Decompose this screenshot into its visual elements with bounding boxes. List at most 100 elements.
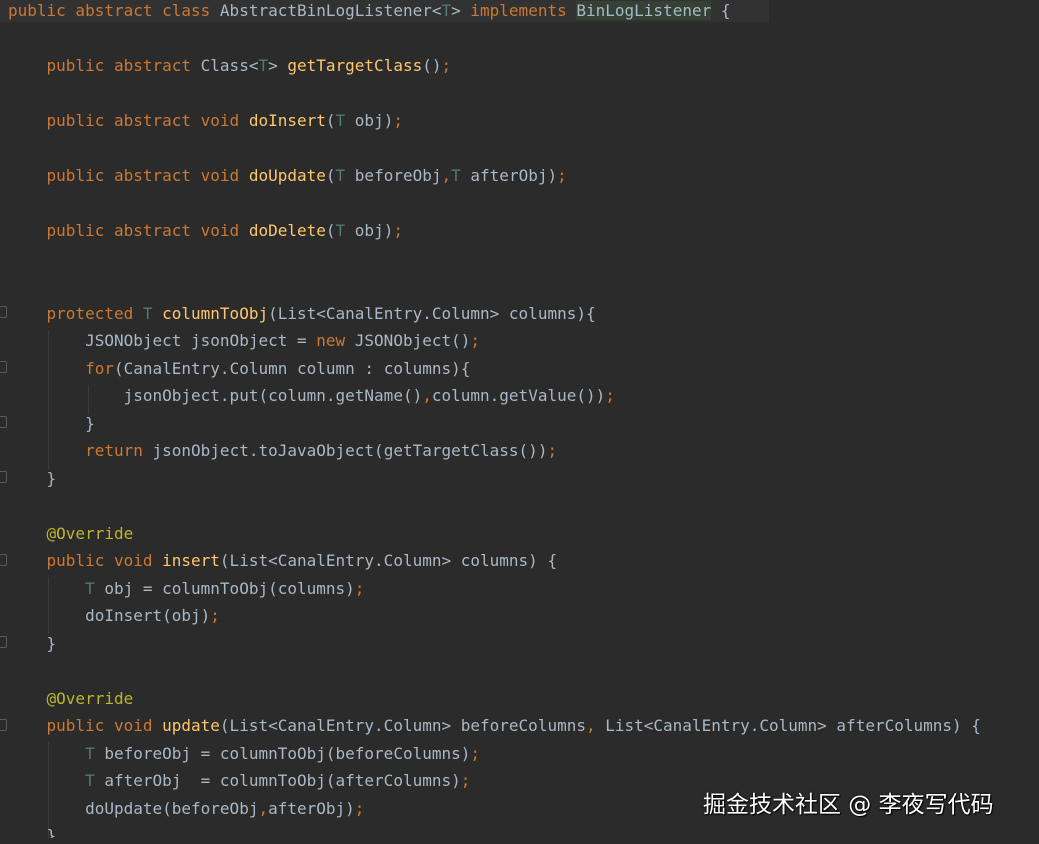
code-token: doInsert(obj) [8, 606, 211, 625]
code-token: @Override [8, 523, 134, 543]
code-token: doDelete [248, 221, 326, 240]
code-token: ; [557, 166, 567, 185]
fold-marker-icon[interactable] [0, 719, 7, 731]
code-token: ; [354, 578, 365, 598]
code-token: public abstract [8, 56, 201, 75]
code-line[interactable]: for(CanalEntry.Column column : columns){ [8, 358, 470, 380]
code-token: ; [441, 56, 452, 75]
code-token: columnToObj [162, 303, 269, 323]
code-token: (CanalEntry.Column column : columns){ [113, 358, 471, 378]
code-token: new [316, 331, 355, 350]
code-token: obj = columnToObj(columns) [104, 578, 355, 598]
code-token: implements [470, 1, 577, 20]
code-line[interactable]: public abstract class AbstractBinLogList… [8, 0, 730, 22]
code-line[interactable]: public abstract void doDelete(T obj); [8, 220, 403, 242]
code-token: T [335, 166, 355, 185]
code-token: ; [210, 606, 220, 625]
code-token: column.getValue()) [431, 386, 606, 405]
code-token: afterObj = columnToObj(afterColumns) [104, 771, 461, 790]
code-token: doUpdate(beforeObj [8, 798, 259, 818]
code-token: List<CanalEntry.Column> afterColumns) { [605, 716, 981, 735]
code-token: public abstract void [8, 111, 249, 130]
code-token: ; [547, 441, 558, 460]
code-line[interactable]: public void update(List<CanalEntry.Colum… [8, 715, 981, 737]
code-token: T [142, 303, 163, 323]
code-token: jsonObject.toJavaObject(getTargetClass()… [152, 441, 548, 460]
code-line[interactable]: @Override [8, 523, 134, 545]
code-token: afterObj) [268, 798, 355, 818]
code-token: protected [8, 303, 143, 323]
code-token: ( [325, 221, 336, 240]
code-token: getTargetClass [287, 56, 423, 75]
code-token: doUpdate [248, 166, 326, 185]
code-token: JSONObject jsonObject = [8, 331, 317, 350]
code-token: update [162, 716, 220, 735]
code-token: T [441, 1, 452, 20]
code-line[interactable]: JSONObject jsonObject = new JSONObject()… [8, 330, 480, 352]
code-token: for [8, 358, 114, 378]
fold-marker-icon[interactable] [0, 361, 7, 373]
code-token: (List<CanalEntry.Column> columns){ [268, 303, 596, 323]
code-token: public abstract void [8, 166, 249, 185]
code-token: , [258, 798, 269, 818]
bottom-edge [0, 838, 1039, 844]
code-token: beforeObj = columnToObj(beforeColumns) [104, 743, 471, 763]
code-token: } [8, 468, 57, 488]
code-line[interactable]: public abstract void doUpdate(T beforeOb… [8, 165, 567, 187]
code-line[interactable]: T beforeObj = columnToObj(beforeColumns)… [8, 743, 480, 765]
code-line[interactable]: public abstract Class<T> getTargetClass(… [8, 55, 452, 77]
code-token: public void [8, 716, 163, 735]
code-token: obj) [354, 111, 394, 130]
code-token: ; [460, 771, 471, 790]
code-token: AbstractBinLogListener< [219, 1, 442, 20]
code-token: ( [325, 166, 336, 185]
code-token: , [585, 716, 606, 735]
code-token: } [8, 413, 95, 433]
watermark: 掘金技术社区 @ 李夜写代码 [703, 792, 994, 818]
code-token: ; [470, 743, 481, 763]
code-line[interactable]: } [8, 413, 95, 435]
code-line[interactable]: return jsonObject.toJavaObject(getTarget… [8, 440, 557, 462]
fold-marker-icon[interactable] [0, 416, 7, 428]
fold-marker-icon[interactable] [0, 636, 7, 648]
code-token: , [422, 386, 432, 405]
code-token: obj) [354, 221, 394, 240]
code-token: ; [393, 111, 403, 130]
code-token: > [451, 1, 471, 20]
fold-marker-icon[interactable] [0, 471, 7, 483]
code-token: T [258, 56, 269, 75]
code-line[interactable]: } [8, 468, 57, 490]
code-token: T [8, 743, 105, 763]
code-token: T [335, 111, 355, 130]
code-token: public abstract void [8, 221, 249, 240]
code-token: return [8, 441, 153, 460]
code-token: afterObj) [470, 166, 558, 185]
code-line[interactable]: doUpdate(beforeObj,afterObj); [8, 798, 364, 820]
code-line[interactable]: protected T columnToObj(List<CanalEntry.… [8, 303, 596, 325]
code-line[interactable]: public abstract void doInsert(T obj); [8, 110, 403, 132]
code-line[interactable]: jsonObject.put(column.getName(),column.g… [8, 385, 615, 407]
code-token: (List<CanalEntry.Column> beforeColumns [219, 716, 586, 735]
code-line[interactable]: } [8, 633, 57, 655]
code-token: T [451, 166, 471, 185]
code-token: jsonObject.put(column.getName() [8, 386, 423, 405]
fold-marker-icon[interactable] [0, 306, 7, 318]
code-token: T [8, 578, 105, 598]
code-line[interactable]: T obj = columnToObj(columns); [8, 578, 364, 600]
code-line[interactable]: public void insert(List<CanalEntry.Colum… [8, 550, 558, 572]
code-line[interactable]: doInsert(obj); [8, 605, 220, 627]
code-line[interactable]: T afterObj = columnToObj(afterColumns); [8, 770, 470, 792]
code-editor[interactable]: public abstract class AbstractBinLogList… [0, 0, 1039, 844]
code-token: Class< [200, 56, 259, 75]
code-token: beforeObj [354, 166, 442, 185]
code-token: doInsert [248, 111, 326, 130]
code-token: { [711, 1, 731, 20]
code-token: > [268, 56, 288, 75]
code-token: ( [325, 111, 336, 130]
code-token: public abstract class [8, 1, 220, 20]
code-token: , [441, 166, 452, 185]
code-token: insert [162, 551, 220, 570]
fold-marker-icon[interactable] [0, 554, 7, 566]
code-line[interactable]: @Override [8, 688, 134, 710]
code-token: BinLogListener [576, 1, 712, 20]
